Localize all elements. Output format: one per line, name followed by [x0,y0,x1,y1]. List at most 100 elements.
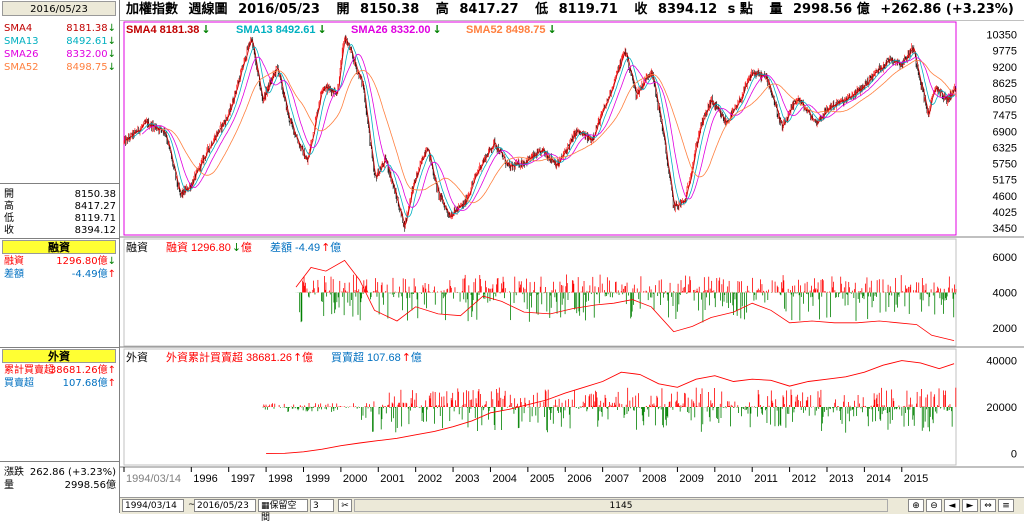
arrow-down-icon: ↓ [318,23,327,36]
y-tick-label: 6900 [993,126,1017,138]
margin-diff-row: 差額 -4.49億↑ [0,268,119,281]
unit-label: 億 [302,351,313,364]
y-tick-label: 2000 [993,323,1017,335]
arrow-down-icon: ↓ [107,49,116,60]
y-tick-label: 7475 [993,110,1017,122]
foreign-header: 外資 [2,349,116,363]
scroll-right-icon[interactable]: ► [962,499,978,512]
pin-icon[interactable]: ✂ [338,499,352,512]
open-quote: 開 8150.38 [336,2,420,17]
margin-balance-line [295,259,955,341]
x-tick-label: 2002 [418,473,442,485]
quote-date: 2016/05/23 [238,2,320,17]
foreign-legend-item: 買賣超 107.68 [331,350,401,364]
arrow-up-icon: ↑ [107,365,116,376]
date-display: 2016/05/23 [2,1,116,16]
ma-line-sma26 [141,53,957,211]
y-tick-label: 20000 [986,402,1017,414]
change-value: 262.86 (+3.23%) [29,467,116,478]
y-tick-label: 8625 [993,78,1017,90]
y-tick-label: 9200 [993,62,1017,74]
fit-icon[interactable]: ⇔ [980,499,996,512]
margin-balance-row: 融資 1296.80億↓ [0,255,119,268]
margin-diff-label: 差額 [4,269,24,280]
x-tick-label: 2015 [904,473,928,485]
volume-label: 量 [4,480,14,491]
volume-value: 2998.56億 [64,480,116,491]
range-end[interactable]: 2016/05/23 [194,499,256,512]
sma4-label: SMA4 [4,23,33,34]
x-tick-label: 1997 [231,473,255,485]
price-legend-item: SMA52 8498.75 [466,24,546,36]
y-tick-label: 0 [1011,448,1017,460]
status-bar: 1994/03/14 ~ 2016/05/23 ▦保留空間 3 ✂ 1145 ⊕… [120,497,1024,523]
sma52-value: 8498.75↓ [66,62,116,73]
settings-icon[interactable]: ≡ [998,499,1014,512]
keep-space-input[interactable]: 3 [310,499,334,512]
x-tick-label: 1996 [193,473,217,485]
close-quote: 收 8394.12 s 點 [634,2,753,17]
price-legend-item: SMA26 8332.00 [351,24,431,36]
arrow-down-icon: ↓ [433,23,442,36]
margin-balance-label: 融資 [4,256,24,267]
x-tick-label: 2006 [567,473,591,485]
x-tick-label: 1999 [305,473,329,485]
change-row: 漲跌 262.86 (+3.23%) [0,466,119,479]
x-tick-label: 2010 [717,473,741,485]
price-legend-item: SMA13 8492.61 [236,24,316,36]
foreign-panel-title: 外資 [126,351,148,364]
arrow-up-icon: ↑ [321,241,330,254]
quote-header: 加權指數 週線圖 2016/05/23 開 8150.38 高 8417.27 … [120,0,1024,21]
x-tick-label: 2005 [530,473,554,485]
arrow-up-icon: ↑ [107,269,116,280]
foreign-net-label: 買賣超 [4,378,34,389]
margin-diff-value: -4.49億↑ [71,269,116,280]
range-start[interactable]: 1994/03/14 [122,499,184,512]
x-tick-label: 2001 [380,473,404,485]
arrow-down-icon: ↓ [107,256,116,267]
unit-label: 億 [241,241,252,254]
low-quote: 低 8119.71 [535,2,618,17]
close-row: 收 8394.12 [0,224,119,237]
foreign-net-row: 買賣超 107.68億↑ [0,377,119,390]
foreign-cum-row: 累計買賣超 38681.26億↑ [0,364,119,377]
sma13-value: 8492.61↓ [66,36,116,47]
y-tick-label: 4025 [993,207,1017,219]
x-tick-label: 2008 [642,473,666,485]
arrow-up-icon: ↑ [293,351,302,364]
panel-frame [123,21,957,236]
margin-panel-title: 融資 [126,241,148,254]
sma13-row: SMA13 8492.61↓ [0,35,119,48]
arrow-down-icon: ↓ [107,36,116,47]
foreign-cum-label: 累計買賣超 [4,365,54,376]
chart-area[interactable]: 3450 4025 4600 5175 5750 6325 6900 7475 8050 8625… [120,20,1024,497]
x-tick-label: 2007 [605,473,629,485]
arrow-down-icon: ↓ [548,23,557,36]
zoom-out-icon[interactable]: ⊖ [926,499,942,512]
y-tick-label: 6325 [993,142,1017,154]
ma-line-sma13 [132,44,957,218]
close-value: 8394.12 [74,225,116,236]
zoom-in-icon[interactable]: ⊕ [908,499,924,512]
keep-space-checkbox[interactable]: ▦保留空間 [258,499,308,523]
y-tick-label: 9775 [993,46,1017,58]
price-legend-item: SMA4 8181.38 [126,24,199,36]
scroll-left-icon[interactable]: ◄ [944,499,960,512]
x-tick-label: 2014 [866,473,890,485]
margin-header: 融資 [2,240,116,254]
y-tick-label: 8050 [993,94,1017,106]
x-tick-label: 2013 [829,473,853,485]
x-tick-label: 2009 [679,473,703,485]
sma52-label: SMA52 [4,62,39,73]
ma-line-sma4 [125,38,957,226]
sma26-value: 8332.00↓ [66,49,116,60]
scrollbar[interactable]: 1145 [354,499,888,512]
y-tick-label: 5750 [993,159,1017,171]
period-label: 週線圖 [188,2,228,17]
close-label: 收 [4,225,14,236]
y-tick-label: 4600 [993,191,1017,203]
x-tick-label: 2012 [792,473,816,485]
x-tick-label: 2003 [455,473,479,485]
arrow-up-icon: ↑ [402,351,411,364]
unit-label: 億 [411,351,422,364]
